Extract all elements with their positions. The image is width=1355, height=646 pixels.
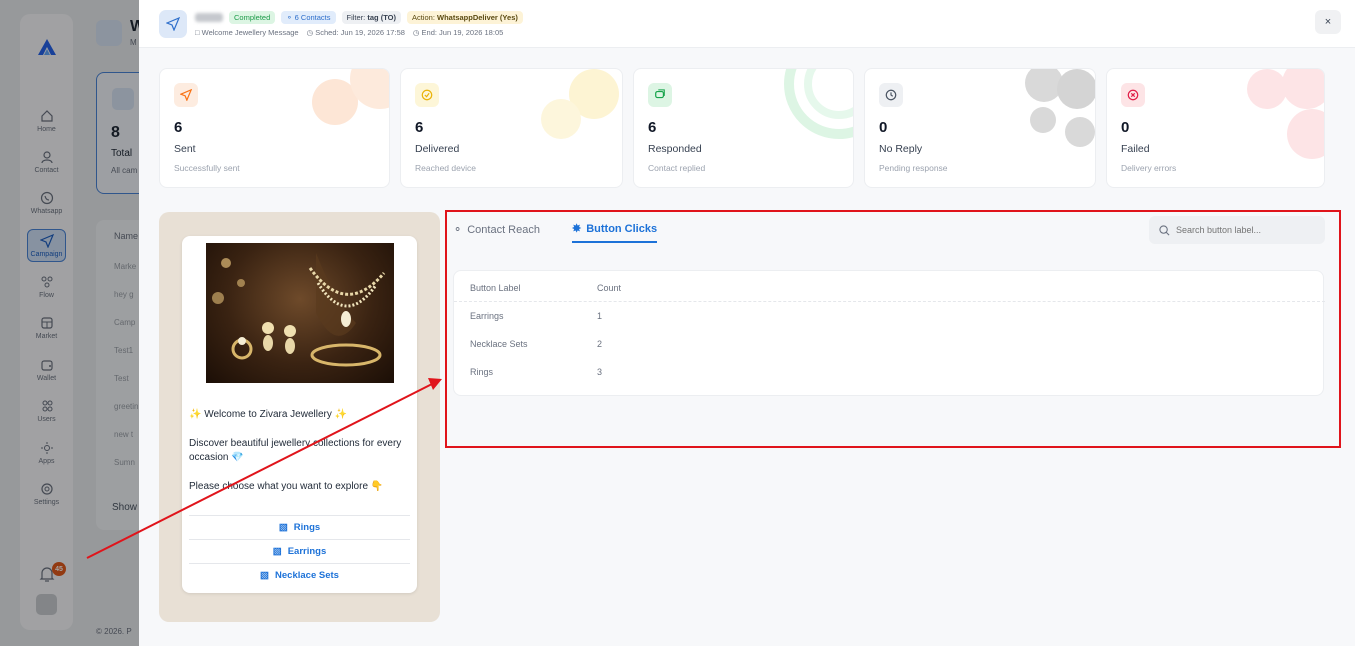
send-icon xyxy=(159,10,187,38)
stat-value: 6 xyxy=(174,119,183,136)
stat-card-sent: 6 Sent Successfully sent xyxy=(159,68,390,188)
filter-prefix: Filter: xyxy=(346,13,366,22)
prompt-label: Please choose what you want to explore xyxy=(189,481,368,492)
reply-icon: ▧ xyxy=(278,521,288,533)
welcome-text: ✨ Welcome to Zivara Jewellery ✨ xyxy=(189,409,348,420)
contacts-badge: ⚬ 6 Contacts xyxy=(281,11,336,24)
stat-value: 6 xyxy=(415,119,424,136)
status-badge: Completed xyxy=(229,11,276,24)
stat-value: 0 xyxy=(1121,119,1130,136)
quick-reply-earrings[interactable]: ▧ Earrings xyxy=(189,539,410,562)
campaign-name-redacted xyxy=(195,13,223,22)
contacts-count: 6 Contacts xyxy=(294,13,331,22)
body-label: Discover beautiful jewellery collections… xyxy=(189,438,402,463)
stat-sub: Reached device xyxy=(415,163,476,173)
stat-label: Responded xyxy=(648,143,702,155)
stat-label: Delivered xyxy=(415,143,460,155)
stat-sub: Pending response xyxy=(879,163,948,173)
x-circle-icon xyxy=(1121,83,1145,107)
check-circle-icon xyxy=(415,83,439,107)
action-badge: Action: WhatsappDeliver (Yes) xyxy=(406,11,523,24)
highlight-box xyxy=(445,210,1341,448)
stat-sub: Contact replied xyxy=(648,163,706,173)
chat-icon xyxy=(648,83,672,107)
action-value: WhatsappDeliver (Yes) xyxy=(437,13,518,22)
campaign-schedule-row: □ Welcome Jewellery Message ◷ Sched: Jun… xyxy=(195,28,503,37)
prompt-text: Please choose what you want to explore 👇 xyxy=(189,481,384,492)
message-preview: ✨ Welcome to Zivara Jewellery ✨ Discover… xyxy=(159,212,440,622)
reply-icon: ▧ xyxy=(260,569,270,581)
filter-badge: Filter: tag (TO) xyxy=(341,11,401,24)
quick-reply-rings[interactable]: ▧ Rings xyxy=(189,515,410,538)
quick-reply-necklace-sets[interactable]: ▧ Necklace Sets xyxy=(189,563,410,586)
clock-icon xyxy=(879,83,903,107)
template-name: □ Welcome Jewellery Message xyxy=(195,28,299,37)
quick-reply-label: Necklace Sets xyxy=(275,569,339,581)
reply-icon: ▧ xyxy=(272,545,282,557)
scheduled-label: Sched: Jun 19, 2026 17:58 xyxy=(315,28,405,37)
stat-value: 0 xyxy=(879,119,888,136)
stat-sub: Delivery errors xyxy=(1121,163,1177,173)
stat-label: Failed xyxy=(1121,143,1150,155)
end-time: ◷ End: Jun 19, 2026 18:05 xyxy=(412,28,504,37)
send-icon xyxy=(174,83,198,107)
stat-value: 6 xyxy=(648,119,657,136)
message-bubble: ✨ Welcome to Zivara Jewellery ✨ Discover… xyxy=(182,236,417,593)
action-prefix: Action: xyxy=(411,13,435,22)
filter-value: tag (TO) xyxy=(367,13,396,22)
close-button[interactable]: × xyxy=(1315,10,1341,34)
body-text: Discover beautiful jewellery collections… xyxy=(189,438,402,463)
stat-card-responded: 6 Responded Contact replied xyxy=(633,68,854,188)
quick-reply-label: Rings xyxy=(293,521,321,533)
stat-label: Sent xyxy=(174,143,196,155)
template-label: Welcome Jewellery Message xyxy=(201,28,299,37)
jewellery-image xyxy=(206,243,394,383)
scheduled-time: ◷ Sched: Jun 19, 2026 17:58 xyxy=(306,28,405,37)
stat-card-failed: 0 Failed Delivery errors xyxy=(1106,68,1325,188)
stat-label: No Reply xyxy=(879,143,923,155)
quick-reply-label: Earrings xyxy=(287,545,327,557)
stat-sub: Successfully sent xyxy=(174,163,240,173)
end-label: End: Jun 19, 2026 18:05 xyxy=(421,28,504,37)
stat-card-delivered: 6 Delivered Reached device xyxy=(400,68,623,188)
welcome-label: Welcome to Zivara Jewellery xyxy=(204,409,332,420)
drawer-header: Completed ⚬ 6 Contacts Filter: tag (TO) … xyxy=(139,0,1355,48)
stat-card-no-reply: 0 No Reply Pending response xyxy=(864,68,1096,188)
campaign-meta-row: Completed ⚬ 6 Contacts Filter: tag (TO) … xyxy=(195,11,523,24)
